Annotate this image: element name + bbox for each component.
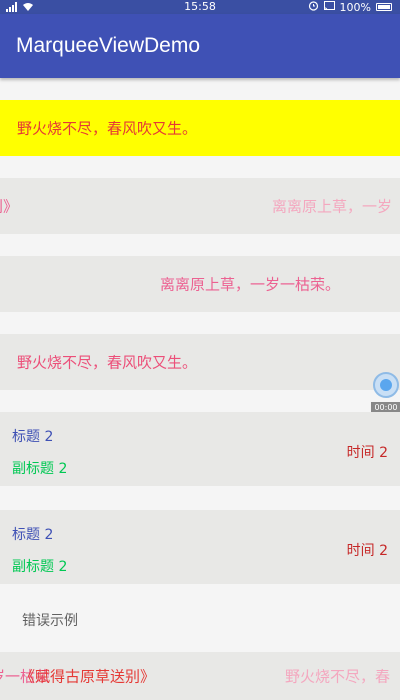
card-subtitle: 副标题 2 <box>12 461 68 477</box>
cast-icon <box>323 0 335 14</box>
marquee-card-2[interactable]: 标题 2 副标题 2 时间 2 <box>0 510 400 584</box>
card-subtitle: 副标题 2 <box>12 559 68 575</box>
floating-record-button[interactable]: 00:00 <box>371 370 400 414</box>
battery-icon <box>376 3 392 11</box>
marquee-view-4[interactable]: 野火烧不尽，春风吹又生。 <box>0 334 400 390</box>
marquee-view-error[interactable]: 岁一枯荣 《赋得古原草送别》 野火烧不尽，春 <box>0 652 400 700</box>
marquee-text: 野火烧不尽，春 <box>285 667 391 686</box>
card-title: 标题 2 <box>12 429 54 445</box>
marquee-text: 野火烧不尽，春风吹又生。 <box>17 119 198 138</box>
marquee-card-1[interactable]: 标题 2 副标题 2 时间 2 <box>0 412 400 486</box>
card-title: 标题 2 <box>12 527 54 543</box>
marquee-text: 离离原上草，一岁 <box>272 197 393 216</box>
marquee-text: 《赋得古原草送别》 <box>20 667 156 686</box>
battery-percent: 100% <box>339 0 371 14</box>
app-bar: MarqueeViewDemo <box>0 14 400 78</box>
error-example-label: 错误示例 <box>22 613 78 629</box>
marquee-view-1[interactable]: 野火烧不尽，春风吹又生。 <box>0 100 400 156</box>
alarm-icon <box>308 0 319 14</box>
marquee-view-3[interactable]: 离离原上草，一岁一枯荣。 <box>0 256 400 312</box>
marquee-text: 别》 <box>0 197 19 216</box>
status-bar: 15:58 100% <box>0 0 400 14</box>
marquee-text: 野火烧不尽，春风吹又生。 <box>17 353 198 372</box>
card-time: 时间 2 <box>346 445 388 461</box>
card-time: 时间 2 <box>346 543 388 559</box>
marquee-view-2[interactable]: 别》 离离原上草，一岁 <box>0 178 400 234</box>
marquee-text: 离离原上草，一岁一枯荣。 <box>160 275 341 294</box>
app-title: MarqueeViewDemo <box>16 34 201 57</box>
